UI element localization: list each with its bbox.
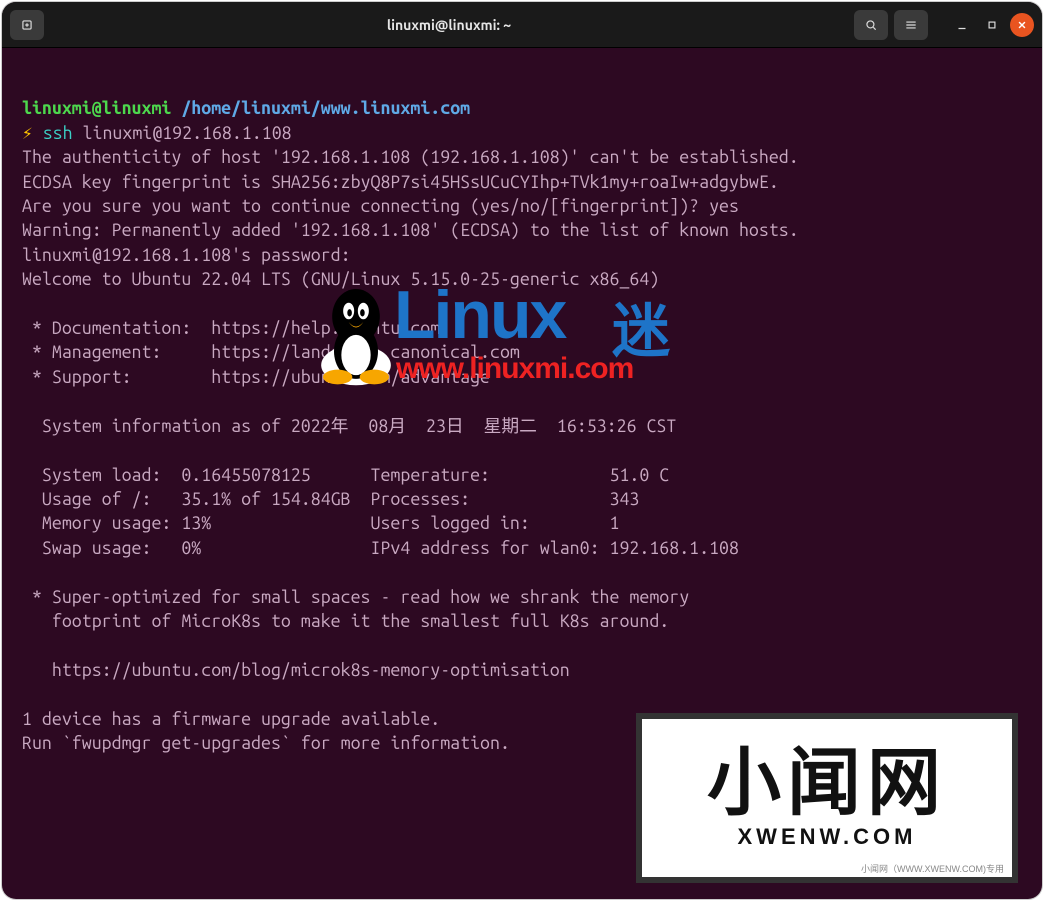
command-arg: linuxmi@192.168.1.108 [83, 123, 292, 143]
close-icon [1015, 18, 1029, 32]
minimize-button[interactable] [950, 13, 974, 37]
output-line: Usage of /: 35.1% of 154.84GB Processes:… [22, 489, 639, 509]
prompt-path: /home/linuxmi/www.linuxmi.com [181, 98, 470, 118]
output-line: Memory usage: 13% Users logged in: 1 [22, 513, 619, 533]
output-line: linuxmi@192.168.1.108's password: [22, 245, 351, 265]
hamburger-icon [904, 18, 918, 32]
output-line: ECDSA key fingerprint is SHA256:zbyQ8P7s… [22, 172, 779, 192]
close-button[interactable] [1010, 13, 1034, 37]
output-line: The authenticity of host '192.168.1.108 … [22, 147, 799, 167]
output-line: https://ubuntu.com/blog/microk8s-memory-… [22, 660, 570, 680]
output-line: * Support: https://ubuntu.com/advantage [22, 367, 490, 387]
output-line: Run `fwupdmgr get-upgrades` for more inf… [22, 733, 510, 753]
maximize-button[interactable] [980, 13, 1004, 37]
output-line: Welcome to Ubuntu 22.04 LTS (GNU/Linux 5… [22, 269, 659, 289]
output-line: Are you sure you want to continue connec… [22, 196, 739, 216]
output-line: footprint of MicroK8s to make it the sma… [22, 611, 669, 631]
maximize-icon [985, 18, 999, 32]
terminal-body[interactable]: linuxmi@linuxmi /home/linuxmi/www.linuxm… [2, 48, 1042, 800]
output-line: Swap usage: 0% IPv4 address for wlan0: 1… [22, 538, 739, 558]
output-line: * Super-optimized for small spaces - rea… [22, 587, 689, 607]
new-tab-button[interactable] [10, 10, 44, 40]
menu-button[interactable] [894, 10, 928, 40]
output-line: Warning: Permanently added '192.168.1.10… [22, 220, 799, 240]
search-button[interactable] [854, 10, 888, 40]
search-icon [864, 18, 878, 32]
prompt-symbol: ⚡ [22, 123, 33, 143]
prompt-userhost: linuxmi@linuxmi [22, 98, 171, 118]
watermark-xwenw-sub: 小闻网（WWW.XWENW.COM)专用 [861, 862, 1004, 875]
minimize-icon [955, 18, 969, 32]
output-line: System load: 0.16455078125 Temperature: … [22, 465, 669, 485]
titlebar[interactable]: linuxmi@linuxmi: ~ [2, 2, 1042, 48]
command-name: ssh [43, 123, 73, 143]
watermark-xwenw-en: XWENW.COM [738, 824, 917, 850]
output-line: * Documentation: https://help.ubuntu.com [22, 318, 440, 338]
output-line: 1 device has a firmware upgrade availabl… [22, 709, 440, 729]
terminal-window: linuxmi@linuxmi: ~ linuxmi@linuxmi /home… [2, 2, 1042, 899]
window-title: linuxmi@linuxmi: ~ [44, 17, 854, 33]
output-line: * Management: https://landscape.canonica… [22, 342, 520, 362]
output-line: System information as of 2022年 08月 23日 星… [22, 416, 676, 436]
